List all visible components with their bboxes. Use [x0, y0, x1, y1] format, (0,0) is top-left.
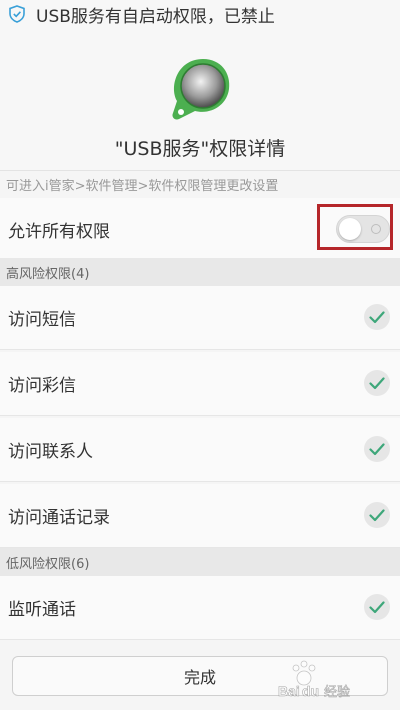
allow-all-toggle[interactable]	[336, 215, 390, 243]
usb-service-app-icon	[172, 59, 230, 120]
permission-row-call-log[interactable]: 访问通话记录	[0, 484, 400, 548]
notification-text: USB服务有自启动权限，已禁止	[36, 6, 275, 27]
permission-row-sms[interactable]: 访问短信	[0, 286, 400, 350]
permission-label: 监听通话	[8, 600, 76, 620]
permission-row-mms[interactable]: 访问彩信	[0, 352, 400, 416]
app-header: "USB服务"权限详情	[0, 28, 400, 170]
checkmark-icon[interactable]	[364, 370, 390, 396]
permission-row-contacts[interactable]: 访问联系人	[0, 418, 400, 482]
checkmark-icon[interactable]	[364, 436, 390, 462]
settings-path-hint: 可进入i管家>软件管理>软件权限管理更改设置	[0, 170, 400, 198]
toggle-off-indicator-icon	[371, 224, 381, 234]
footer: 完成 Bai du 经验	[0, 642, 400, 710]
permission-row-monitor-calls[interactable]: 监听通话	[0, 576, 400, 640]
permission-label: 访问短信	[8, 310, 76, 330]
permission-label: 访问联系人	[8, 442, 93, 462]
high-risk-section-header: 高风险权限(4)	[0, 258, 400, 286]
page-title: "USB服务"权限详情	[114, 138, 286, 160]
toggle-knob	[339, 218, 361, 240]
checkmark-icon[interactable]	[364, 594, 390, 620]
done-button[interactable]: 完成	[12, 656, 388, 696]
permission-label: 访问通话记录	[8, 508, 110, 528]
checkmark-icon[interactable]	[364, 502, 390, 528]
toggle-highlight-box	[317, 204, 393, 250]
permission-label: 访问彩信	[8, 376, 76, 396]
shield-check-icon	[9, 5, 25, 23]
allow-all-permissions-row: 允许所有权限	[0, 198, 400, 262]
low-risk-section-header: 低风险权限(6)	[0, 548, 400, 576]
checkmark-icon[interactable]	[364, 304, 390, 330]
allow-all-label: 允许所有权限	[8, 222, 110, 242]
notification-bar: USB服务有自启动权限，已禁止	[0, 0, 400, 28]
